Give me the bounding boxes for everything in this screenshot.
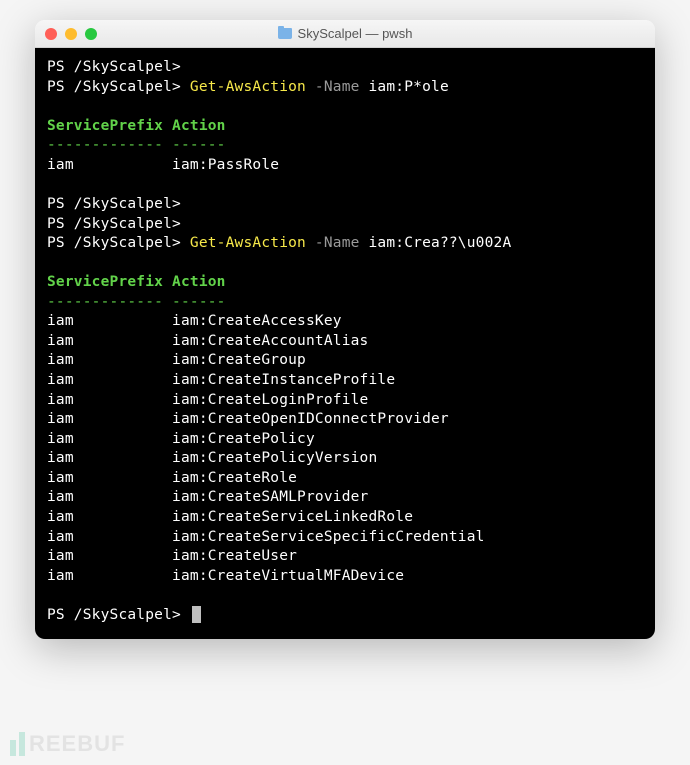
table-cell: iam:CreateGroup bbox=[172, 352, 306, 368]
terminal-body[interactable]: PS /SkyScalpel> PS /SkyScalpel> Get-AwsA… bbox=[35, 48, 655, 639]
table-cell: iam:CreateServiceLinkedRole bbox=[172, 509, 413, 525]
table-cell: iam bbox=[47, 333, 74, 349]
table-cell: iam bbox=[47, 352, 74, 368]
prompt-line: PS /SkyScalpel> bbox=[47, 607, 190, 623]
param: -Name bbox=[306, 235, 369, 251]
table-cell: iam:CreateAccountAlias bbox=[172, 333, 368, 349]
prompt-line: PS /SkyScalpel> bbox=[47, 59, 181, 75]
column-header: ServicePrefix bbox=[47, 118, 163, 134]
window-title: SkyScalpel — pwsh bbox=[298, 26, 413, 41]
prompt-line: PS /SkyScalpel> bbox=[47, 216, 181, 232]
table-cell: iam bbox=[47, 568, 74, 584]
watermark: REEBUF bbox=[10, 731, 125, 757]
cursor-icon bbox=[192, 606, 201, 623]
titlebar[interactable]: SkyScalpel — pwsh bbox=[35, 20, 655, 48]
watermark-text: REEBUF bbox=[29, 731, 125, 757]
table-cell: iam:CreateServiceSpecificCredential bbox=[172, 529, 485, 545]
watermark-bars-icon bbox=[10, 732, 25, 756]
column-divider: ------ bbox=[172, 137, 226, 153]
table-cell: iam bbox=[47, 431, 74, 447]
folder-icon bbox=[278, 28, 292, 39]
table-cell: iam bbox=[47, 411, 74, 427]
table-cell: iam bbox=[47, 157, 74, 173]
arg: iam:Crea??\u002A bbox=[369, 235, 512, 251]
maximize-icon[interactable] bbox=[85, 28, 97, 40]
close-icon[interactable] bbox=[45, 28, 57, 40]
arg: iam:P*ole bbox=[369, 79, 449, 95]
minimize-icon[interactable] bbox=[65, 28, 77, 40]
column-header: Action bbox=[172, 274, 226, 290]
table-cell: iam:CreateSAMLProvider bbox=[172, 489, 368, 505]
column-header: ServicePrefix bbox=[47, 274, 163, 290]
table-cell: iam:CreatePolicyVersion bbox=[172, 450, 377, 466]
table-cell: iam bbox=[47, 372, 74, 388]
table-cell: iam:CreateUser bbox=[172, 548, 297, 564]
column-divider: ------------- bbox=[47, 137, 163, 153]
table-cell: iam bbox=[47, 470, 74, 486]
prompt-line: PS /SkyScalpel> bbox=[47, 196, 181, 212]
table-cell: iam bbox=[47, 489, 74, 505]
table-cell: iam bbox=[47, 392, 74, 408]
column-divider: ------------- bbox=[47, 294, 163, 310]
column-divider: ------ bbox=[172, 294, 226, 310]
command: Get-AwsAction bbox=[190, 235, 306, 251]
column-header: Action bbox=[172, 118, 226, 134]
table-cell: iam:CreateAccessKey bbox=[172, 313, 342, 329]
table-cell: iam:CreateLoginProfile bbox=[172, 392, 368, 408]
table-cell: iam bbox=[47, 509, 74, 525]
window-title-area: SkyScalpel — pwsh bbox=[35, 26, 655, 41]
traffic-lights bbox=[45, 28, 97, 40]
table-cell: iam:PassRole bbox=[172, 157, 279, 173]
table-cell: iam bbox=[47, 548, 74, 564]
prompt-line: PS /SkyScalpel> bbox=[47, 79, 190, 95]
table-cell: iam bbox=[47, 529, 74, 545]
param: -Name bbox=[306, 79, 369, 95]
table-cell: iam bbox=[47, 313, 74, 329]
table-cell: iam bbox=[47, 450, 74, 466]
table-cell: iam:CreateOpenIDConnectProvider bbox=[172, 411, 449, 427]
table-cell: iam:CreateInstanceProfile bbox=[172, 372, 395, 388]
command: Get-AwsAction bbox=[190, 79, 306, 95]
terminal-window: SkyScalpel — pwsh PS /SkyScalpel> PS /Sk… bbox=[35, 20, 655, 639]
table-cell: iam:CreateVirtualMFADevice bbox=[172, 568, 404, 584]
prompt-line: PS /SkyScalpel> bbox=[47, 235, 190, 251]
table-cell: iam:CreatePolicy bbox=[172, 431, 315, 447]
table-cell: iam:CreateRole bbox=[172, 470, 297, 486]
